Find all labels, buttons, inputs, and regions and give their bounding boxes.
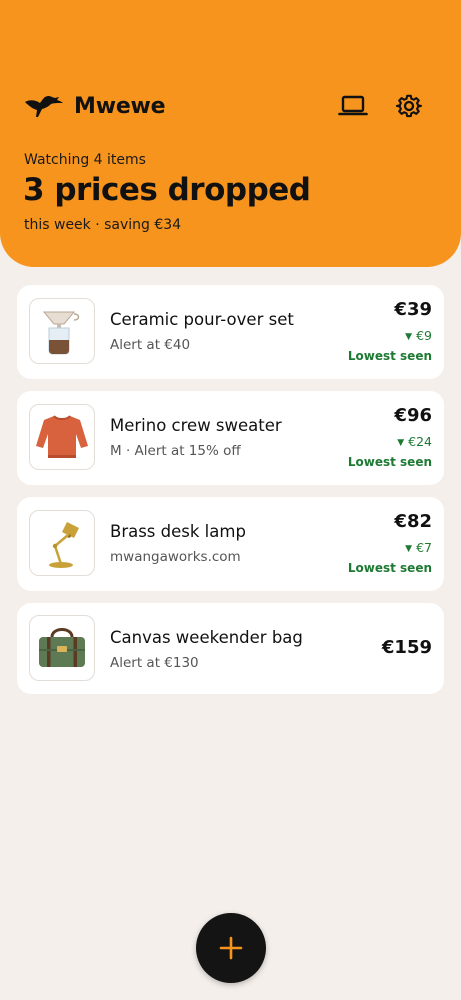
item-title: Canvas weekender bag: [110, 628, 303, 647]
item-price: €39: [394, 299, 432, 320]
lowest-seen-badge: Lowest seen: [347, 349, 432, 363]
add-item-button[interactable]: [196, 913, 266, 983]
plus-icon: [219, 936, 243, 960]
price-drop: ▼ €24: [397, 434, 432, 449]
app-name: Mwewe: [74, 93, 166, 119]
settings-button[interactable]: [393, 90, 425, 122]
item-thumbnail: [29, 298, 95, 364]
laptop-icon: [338, 95, 368, 116]
watching-count: Watching 4 items: [24, 152, 146, 168]
item-subtitle: Alert at €40: [110, 337, 191, 353]
brand: Mwewe: [24, 90, 166, 122]
price-drop-amount: €24: [408, 434, 432, 449]
weekender-bag-icon: [39, 628, 85, 667]
item-subtitle: M · Alert at 15% off: [110, 443, 241, 459]
item-title: Ceramic pour-over set: [110, 310, 294, 329]
price-drop: ▼ €9: [405, 328, 432, 343]
desk-lamp-icon: [49, 522, 79, 568]
pour-over-icon: [42, 311, 80, 355]
list-item[interactable]: Ceramic pour-over set Alert at €40 €39 ▼…: [17, 285, 444, 379]
item-subtitle: mwangaworks.com: [110, 549, 241, 565]
laptop-button[interactable]: [337, 90, 369, 122]
price-drop-amount: €9: [416, 328, 432, 343]
summary-header: Mwewe Watching 4 items 3 prices dropped …: [0, 0, 461, 267]
lowest-seen-badge: Lowest seen: [347, 561, 432, 575]
list-item[interactable]: Merino crew sweater M · Alert at 15% off…: [17, 391, 444, 485]
item-subtitle: Alert at €130: [110, 655, 199, 671]
watch-list: Ceramic pour-over set Alert at €40 €39 ▼…: [17, 285, 444, 706]
item-price: €159: [381, 637, 432, 658]
item-title: Brass desk lamp: [110, 522, 246, 541]
item-price: €82: [394, 511, 432, 532]
sweater-icon: [36, 415, 88, 458]
list-item[interactable]: Brass desk lamp mwangaworks.com €82 ▼ €7 …: [17, 497, 444, 591]
page-title: 3 prices dropped: [23, 172, 311, 208]
price-drop: ▼ €7: [405, 540, 432, 555]
bird-logo-icon: [25, 95, 63, 117]
item-thumbnail: [29, 404, 95, 470]
item-thumbnail: [29, 510, 95, 576]
item-price: €96: [394, 405, 432, 426]
list-item[interactable]: Canvas weekender bag Alert at €130 €159: [17, 603, 444, 694]
lowest-seen-badge: Lowest seen: [347, 455, 432, 469]
savings-summary: this week · saving €34: [24, 217, 182, 233]
gear-icon: [396, 94, 422, 118]
down-triangle-icon: ▼: [405, 544, 413, 554]
down-triangle-icon: ▼: [405, 332, 413, 342]
down-triangle-icon: ▼: [397, 438, 405, 448]
item-thumbnail: [29, 615, 95, 681]
price-drop-amount: €7: [416, 540, 432, 555]
item-title: Merino crew sweater: [110, 416, 282, 435]
